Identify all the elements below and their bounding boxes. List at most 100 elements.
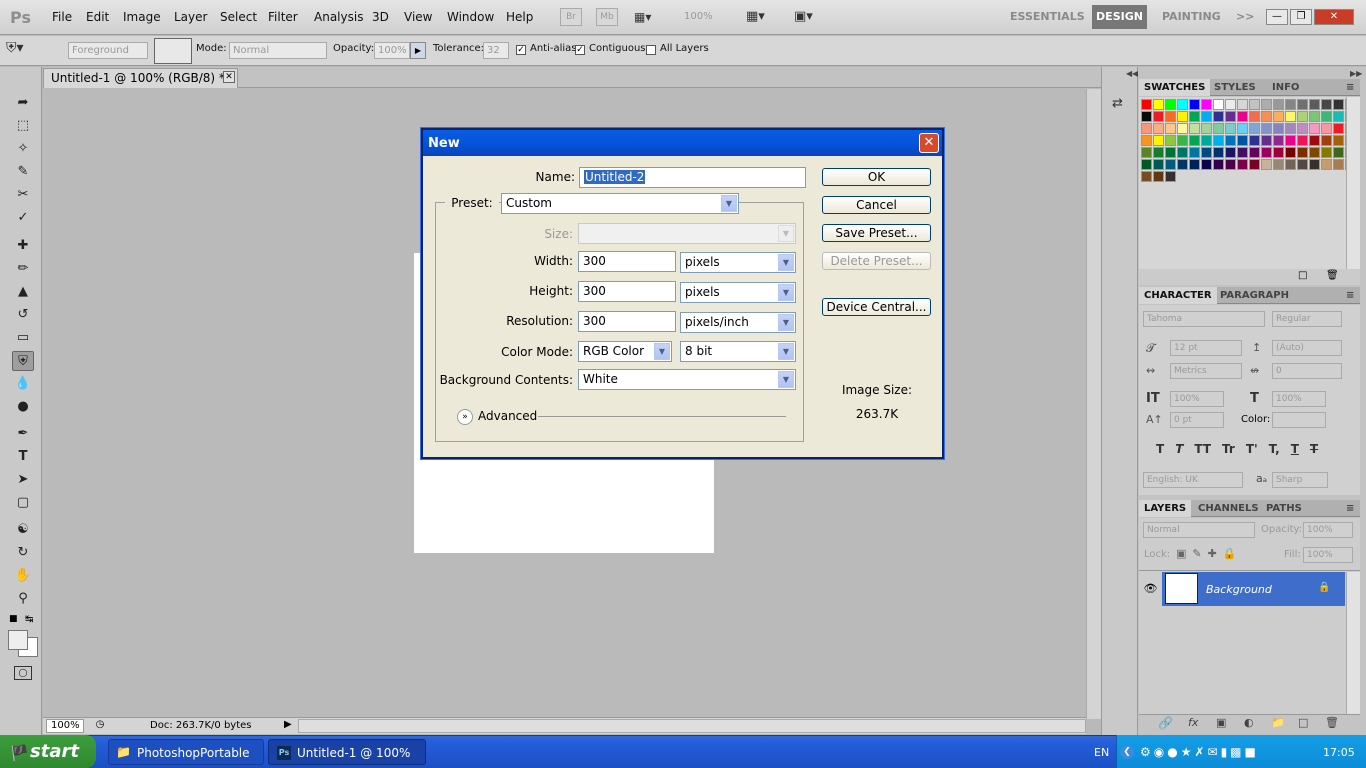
color-swatch[interactable] [1177,111,1188,122]
mode-select[interactable]: Normal [229,42,327,59]
all-layers-checkbox[interactable] [646,45,656,55]
type-tool-icon[interactable]: T [12,447,34,467]
color-swatch[interactable] [1177,147,1188,158]
layers-scrollbar[interactable] [1346,572,1360,714]
color-swatch[interactable] [1225,123,1236,134]
color-swatch[interactable] [1177,99,1188,110]
color-swatch[interactable] [1261,99,1272,110]
language-select[interactable]: English: UK [1143,472,1243,488]
color-swatch[interactable] [1225,159,1236,170]
color-swatch[interactable] [1309,159,1320,170]
expand-panels-icon[interactable]: ▶▶ [1350,69,1362,78]
minimize-icon[interactable]: — [1266,9,1288,25]
history-brush-tool-icon[interactable]: ↺ [12,305,34,325]
color-swatch[interactable] [1273,159,1284,170]
color-swatch[interactable] [1285,147,1296,158]
tray-collapse-icon[interactable]: ❮ [1120,745,1134,759]
document-close-icon[interactable]: ✕ [223,71,235,83]
path-selection-tool-icon[interactable]: ➤ [12,470,34,490]
superscript-button[interactable]: T' [1246,442,1258,456]
new-layer-icon[interactable]: □ [1298,716,1308,729]
link-layers-icon[interactable]: 🔗 [1158,716,1173,730]
color-swatch[interactable] [1225,111,1236,122]
color-swatch[interactable] [1141,135,1152,146]
color-swatch[interactable] [1321,135,1332,146]
color-swatch[interactable] [1141,171,1152,182]
status-menu-arrow-icon[interactable]: ▶ [284,719,292,730]
character-panel-menu-icon[interactable]: ≡ [1341,287,1359,304]
workspace-painting[interactable]: PAINTING [1162,10,1221,23]
color-swatch[interactable] [1153,147,1164,158]
hand-tool-icon[interactable]: ✋ [12,566,34,586]
arrange-documents-icon[interactable]: ▦▾ [746,9,780,24]
color-swatch[interactable] [1261,135,1272,146]
workspace-design[interactable]: DESIGN [1092,5,1147,29]
color-swatch[interactable] [1201,159,1212,170]
blur-tool-icon[interactable]: 💧 [12,374,34,394]
preset-select[interactable]: Custom ▼ [501,193,739,214]
menu-3d[interactable]: 3D [372,10,389,24]
screen-mode-icon[interactable]: ▣▾ [794,9,828,24]
underline-button[interactable]: T [1291,442,1299,456]
swatches-scrollbar[interactable] [1346,97,1360,269]
tab-swatches[interactable]: SWATCHES [1139,79,1211,96]
color-swatch[interactable] [1309,123,1320,134]
tab-character[interactable]: CHARACTER [1139,287,1217,304]
status-clock-icon[interactable]: ◷ [93,719,107,733]
resolution-input[interactable]: 300 [578,311,676,332]
name-field[interactable]: Untitled-2 [579,167,806,188]
color-swatch[interactable] [1249,99,1260,110]
color-swatch[interactable] [1273,111,1284,122]
crop-tool-icon[interactable]: ✂ [12,185,34,205]
baseline-shift-input[interactable]: 0 pt [1170,412,1224,428]
eyedropper-tool-icon[interactable]: ✓ [12,208,34,228]
color-swatch[interactable] [1201,147,1212,158]
contiguous-checkbox[interactable]: ✓ [575,45,585,55]
color-swatch[interactable] [1309,111,1320,122]
color-swatch[interactable] [1189,135,1200,146]
font-size-select[interactable]: 12 pt [1170,340,1242,356]
color-swatch[interactable] [1201,123,1212,134]
color-swatch[interactable] [1297,147,1308,158]
color-swatch[interactable] [1153,159,1164,170]
advanced-label[interactable]: Advanced [478,409,537,423]
marquee-tool-icon[interactable]: ⬚ [12,116,34,136]
color-swatch[interactable] [1333,111,1344,122]
color-swatch[interactable] [1333,123,1344,134]
layer-mask-icon[interactable]: ▣ [1216,716,1226,729]
bit-depth-select[interactable]: 8 bit ▼ [680,341,796,362]
layers-panel-menu-icon[interactable]: ≡ [1341,500,1359,517]
mini-bridge-button[interactable]: Mb [596,8,618,26]
color-swatch[interactable] [1237,111,1248,122]
collapse-dock-icon[interactable]: ◀◀ [1126,69,1138,78]
color-swatch[interactable] [1177,159,1188,170]
color-swatch[interactable] [1249,147,1260,158]
font-family-select[interactable]: Tahoma [1143,311,1265,327]
menu-edit[interactable]: Edit [86,10,109,24]
save-preset-button[interactable]: Save Preset... [822,224,931,242]
color-swatch[interactable] [1165,147,1176,158]
menu-layer[interactable]: Layer [174,10,207,24]
eye-icon[interactable]: 👁 [1141,572,1160,606]
color-swatch[interactable] [1273,123,1284,134]
workspace-more[interactable]: >> [1236,10,1254,23]
zoom-tool-icon[interactable]: ⚲ [12,589,34,609]
color-swatch[interactable] [1225,147,1236,158]
menu-select[interactable]: Select [220,10,257,24]
color-swatch[interactable] [1321,111,1332,122]
font-style-select[interactable]: Regular [1272,311,1342,327]
color-swatch[interactable] [1309,99,1320,110]
color-swatch[interactable] [1333,135,1344,146]
new-group-icon[interactable]: 📁 [1271,716,1285,729]
zoom-level-menu[interactable]: 100% [684,11,713,22]
opacity-slider-arrow-icon[interactable]: ▶ [410,42,426,59]
swatches-panel-menu-icon[interactable]: ≡ [1341,79,1359,96]
horizontal-scrollbar[interactable] [298,719,1086,733]
adjustment-layer-icon[interactable]: ◐ [1244,716,1254,729]
menu-file[interactable]: File [52,10,72,24]
color-swatch[interactable] [1297,99,1308,110]
tab-styles[interactable]: STYLES [1209,79,1261,96]
brush-tool-icon[interactable]: ✏ [12,259,34,279]
color-swatch[interactable] [1141,99,1152,110]
bridge-button[interactable]: Br [560,8,582,26]
